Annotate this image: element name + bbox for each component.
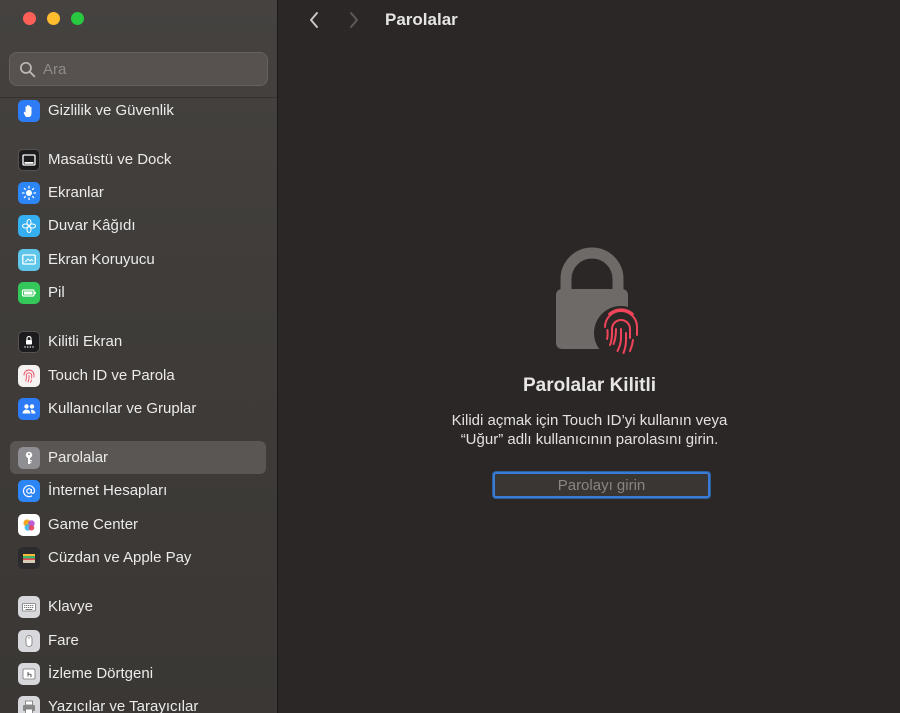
sidebar-item-label: Gizlilik ve Güvenlik — [48, 102, 174, 119]
sidebar-item-mouse[interactable]: Fare — [10, 624, 266, 657]
zoom-window-button[interactable] — [71, 12, 84, 25]
screensaver-icon — [18, 248, 40, 271]
sidebar-item-label: İzleme Dörtgeni — [48, 665, 154, 682]
sidebar-item-lock-screen[interactable]: Kilitli Ekran — [10, 325, 266, 358]
trackpad-icon — [18, 662, 40, 685]
sidebar-item-label: Kullanıcılar ve Gruplar — [48, 400, 197, 417]
description-line-2: “Uğur” adlı kullanıcının parolasını giri… — [460, 431, 719, 448]
sidebar-item-label: Masaüstü ve Dock — [48, 151, 172, 168]
sidebar-item-privacy-security[interactable]: Gizlilik ve Güvenlik — [10, 94, 266, 127]
sidebar-item-desktop-dock[interactable]: Masaüstü ve Dock — [10, 143, 266, 176]
at-sign-icon — [18, 479, 40, 502]
locked-title: Parolalar Kilitli — [522, 375, 657, 396]
sidebar-item-label: Ekran Koruyucu — [48, 251, 155, 268]
sidebar-item-label: Klavye — [48, 598, 94, 615]
mouse-icon — [18, 629, 40, 652]
sidebar-item-label: Yazıcılar ve Tarayıcılar — [48, 698, 199, 713]
hand-icon — [18, 99, 40, 122]
fingerprint-icon — [18, 364, 40, 387]
sidebar-item-game-center[interactable]: Game Center — [10, 508, 266, 541]
users-icon — [18, 397, 40, 420]
sidebar-item-touch-id[interactable]: Touch ID ve Parola — [10, 359, 266, 392]
flower-icon — [18, 214, 40, 237]
close-window-button[interactable] — [23, 12, 36, 25]
forward-button[interactable] — [343, 9, 365, 31]
sidebar-item-passwords[interactable]: Parolalar — [10, 441, 266, 474]
lock-screen-icon — [18, 330, 40, 353]
sidebar-item-displays[interactable]: Ekranlar — [10, 176, 266, 209]
description-line-1: Kilidi açmak için Touch ID’yi kullanın v… — [451, 412, 728, 429]
sidebar-item-users-groups[interactable]: Kullanıcılar ve Gruplar — [10, 392, 266, 425]
sidebar-item-internet-accounts[interactable]: İnternet Hesapları — [10, 474, 266, 507]
sidebar-item-wallpaper[interactable]: Duvar Kâğıdı — [10, 209, 266, 242]
unlock-description: Kilidi açmak için Touch ID’yi kullanın v… — [279, 411, 900, 449]
sidebar-item-trackpad[interactable]: İzleme Dörtgeni — [10, 657, 266, 690]
sidebar-item-screensaver[interactable]: Ekran Koruyucu — [10, 243, 266, 276]
printer-icon — [18, 695, 40, 713]
sun-icon — [18, 181, 40, 204]
system-settings-window: Gizlilik ve Güvenlik Masaüstü ve Dock Ek… — [0, 0, 900, 713]
wallet-icon — [18, 546, 40, 569]
chevron-left-icon — [310, 12, 318, 28]
dock-icon — [18, 148, 40, 171]
chevron-right-icon — [350, 12, 358, 28]
sidebar-item-label: İnternet Hesapları — [48, 482, 168, 499]
sidebar-item-label: Touch ID ve Parola — [48, 367, 175, 384]
sidebar-item-label: Parolalar — [48, 449, 109, 466]
sidebar-item-keyboard[interactable]: Klavye — [10, 590, 266, 623]
lock-fingerprint-icon — [556, 247, 648, 360]
search-input[interactable] — [43, 60, 243, 78]
search-icon — [19, 61, 36, 77]
minimize-window-button[interactable] — [47, 12, 60, 25]
battery-icon — [18, 281, 40, 304]
game-center-icon — [18, 513, 40, 536]
sidebar-item-printers[interactable]: Yazıcılar ve Tarayıcılar — [10, 690, 266, 713]
search-field[interactable] — [9, 52, 268, 86]
sidebar-item-label: Pil — [48, 284, 65, 301]
sidebar-item-label: Cüzdan ve Apple Pay — [48, 549, 192, 566]
page-title: Parolalar — [385, 10, 458, 29]
sidebar-item-label: Fare — [48, 632, 79, 649]
sidebar: Gizlilik ve Güvenlik Masaüstü ve Dock Ek… — [0, 0, 278, 713]
password-field[interactable] — [493, 472, 710, 498]
window-controls — [23, 12, 84, 25]
sidebar-item-label: Game Center — [48, 516, 139, 533]
sidebar-item-label: Duvar Kâğıdı — [48, 217, 136, 234]
sidebar-item-wallet[interactable]: Cüzdan ve Apple Pay — [10, 541, 266, 574]
sidebar-item-battery[interactable]: Pil — [10, 276, 266, 309]
sidebar-item-label: Ekranlar — [48, 184, 104, 201]
key-icon — [18, 446, 40, 469]
keyboard-icon — [18, 595, 40, 618]
main-pane: Parolalar Parolalar Kilitli Kilidi açmak… — [279, 0, 900, 713]
back-button[interactable] — [303, 9, 325, 31]
sidebar-item-label: Kilitli Ekran — [48, 333, 123, 350]
